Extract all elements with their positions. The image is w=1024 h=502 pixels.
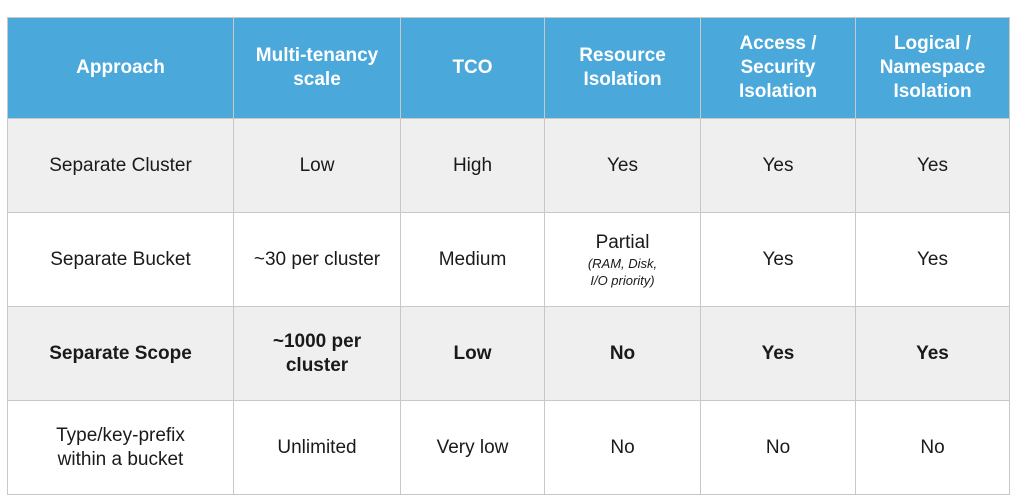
cell-tco: Medium [400,212,545,307]
cell-scale: ~30 per cluster [233,212,401,307]
resource-note: (RAM, Disk, I/O priority) [587,255,658,288]
cell-resource: Partial (RAM, Disk, I/O priority) [544,212,701,307]
header-approach: Approach [7,17,234,119]
header-tco: TCO [400,17,545,119]
cell-scale: ~1000 per cluster [233,306,401,401]
cell-tco: Low [400,306,545,401]
resource-value: Partial [595,231,650,253]
cell-approach: Type/key-prefix within a bucket [7,400,234,495]
header-access-security-isolation: Access / Security Isolation [700,17,856,119]
cell-scale: Low [233,118,401,213]
header-logical-namespace-isolation: Logical / Namespace Isolation [855,17,1010,119]
header-row: Approach Multi-tenancy scale TCO Resource… [7,17,1010,119]
cell-logical: Yes [855,118,1010,213]
cell-approach: Separate Scope [7,306,234,401]
comparison-table: Approach Multi-tenancy scale TCO Resource… [7,17,1010,495]
cell-resource: Yes [544,118,701,213]
header-resource-isolation: Resource Isolation [544,17,701,119]
cell-approach: Separate Bucket [7,212,234,307]
cell-tco: High [400,118,545,213]
cell-resource: No [544,306,701,401]
header-multi-tenancy-scale: Multi-tenancy scale [233,17,401,119]
cell-access: Yes [700,212,856,307]
cell-access: Yes [700,118,856,213]
cell-access: No [700,400,856,495]
cell-scale: Unlimited [233,400,401,495]
cell-logical: No [855,400,1010,495]
cell-access: Yes [700,306,856,401]
cell-logical: Yes [855,212,1010,307]
table-row: Type/key-prefix within a bucket Unlimited… [7,400,1010,495]
cell-logical: Yes [855,306,1010,401]
table-row: Separate Cluster Low High Yes Yes Yes [7,118,1010,213]
table-row-highlighted: Separate Scope ~1000 per cluster Low No Y… [7,306,1010,401]
table-row: Separate Bucket ~30 per cluster Medium P… [7,212,1010,307]
cell-resource: No [544,400,701,495]
cell-approach: Separate Cluster [7,118,234,213]
cell-tco: Very low [400,400,545,495]
